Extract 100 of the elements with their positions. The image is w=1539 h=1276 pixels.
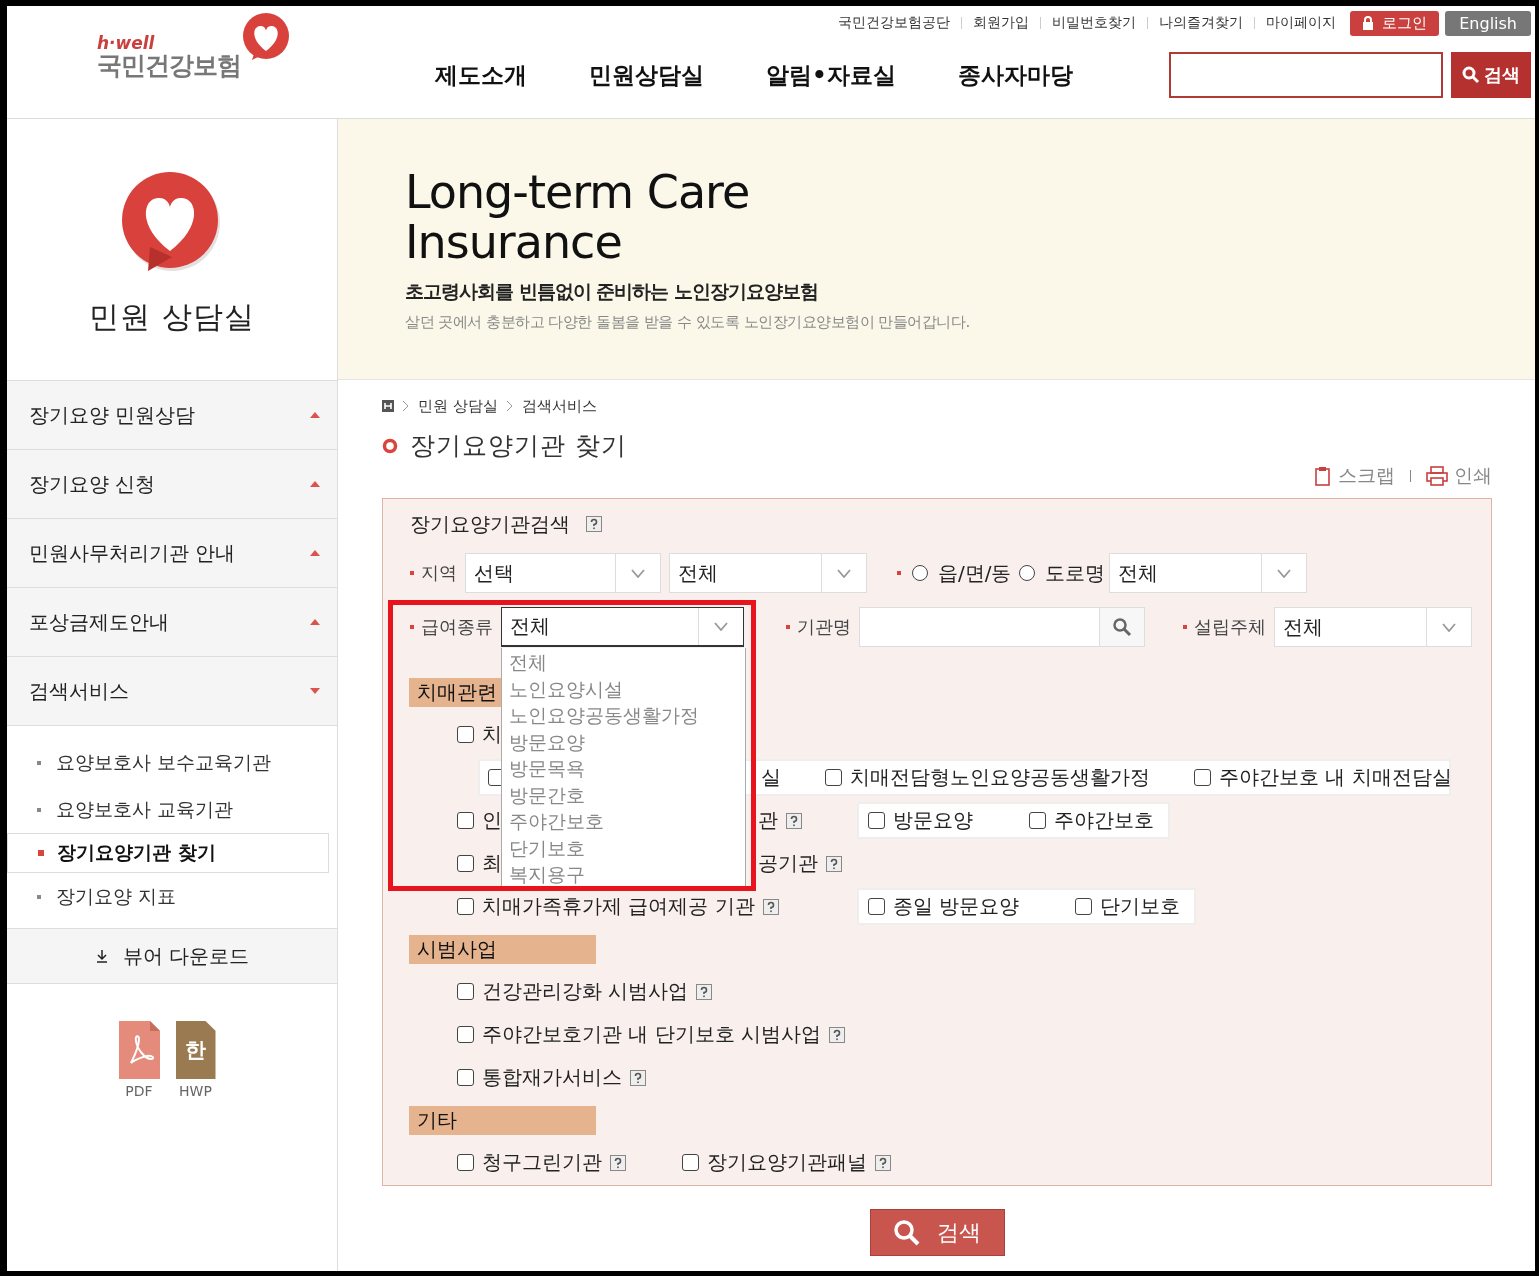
clipboard-icon: [1314, 466, 1332, 486]
sidebar-title: 민원 상담실: [89, 298, 255, 336]
help-icon[interactable]: [610, 1154, 626, 1171]
banner-title: Long-term Care Insurance: [405, 167, 751, 267]
sidebar-menu-item[interactable]: 장기요양 신청: [7, 449, 337, 518]
viewer-download-button[interactable]: 뷰어 다운로드: [7, 928, 337, 984]
radio-label: 읍/면/동: [938, 559, 1012, 587]
dropdown-option[interactable]: 전체: [502, 649, 745, 676]
help-icon[interactable]: [586, 516, 602, 532]
banner-headline: 초고령사회를 빈틈없이 준비하는 노인장기요양보험: [405, 279, 819, 304]
checkbox-label: 방문요양: [893, 807, 973, 834]
breadcrumb-link[interactable]: 민원 상담실: [418, 396, 498, 416]
help-icon[interactable]: [826, 855, 842, 872]
submenu-item[interactable]: 장기요양 지표: [7, 873, 337, 920]
utility-link[interactable]: 마이페이지: [1266, 14, 1337, 32]
submenu-item[interactable]: 요양보호사 교육기관: [7, 786, 337, 833]
chevron-down-icon: [1442, 622, 1456, 632]
checkbox[interactable]: [868, 812, 885, 829]
field-label: 급여종류: [410, 615, 493, 639]
radio-button[interactable]: [912, 565, 928, 581]
dropdown-option[interactable]: 방문요양: [502, 728, 745, 755]
search-button[interactable]: 검색: [1451, 52, 1531, 98]
search-button[interactable]: [1099, 608, 1144, 646]
chevron-down-icon: [1277, 568, 1292, 578]
heart-logo-icon: [241, 12, 291, 62]
nav-link[interactable]: 제도소개: [435, 59, 527, 91]
help-icon[interactable]: [786, 812, 802, 829]
checkbox-label: 치: [482, 722, 502, 746]
help-icon[interactable]: [875, 1154, 891, 1171]
dropdown-option[interactable]: 단기보호: [502, 834, 745, 861]
checkbox[interactable]: [1075, 898, 1093, 915]
section-tag: 기타: [409, 1106, 596, 1135]
checkbox-label: 주야간보호: [1054, 807, 1154, 834]
help-icon[interactable]: [829, 1026, 846, 1043]
utility-link[interactable]: 국민건강보험공단: [838, 14, 951, 32]
utility-link[interactable]: 비밀번호찾기: [1052, 14, 1137, 32]
checkbox-label: 최: [482, 851, 502, 875]
checkbox-label: 주야간보호기관 내 단기보호 시범사업: [482, 1022, 822, 1046]
tool-link[interactable]: 인쇄: [1426, 463, 1492, 489]
sidebar-menu-item[interactable]: 검색서비스: [7, 656, 337, 725]
submenu-item[interactable]: 요양보호사 보수교육기관: [7, 739, 337, 786]
select-dropdown[interactable]: 전체: [501, 607, 744, 647]
hwp-file-icon[interactable]: 한: [175, 1021, 216, 1079]
checkbox[interactable]: [457, 812, 474, 829]
sidebar-menu-item[interactable]: 포상금제도안내: [7, 587, 337, 656]
help-icon[interactable]: [696, 983, 713, 1000]
checkbox[interactable]: [457, 898, 474, 915]
name-field[interactable]: [859, 607, 1145, 647]
select-dropdown[interactable]: 전체: [1274, 607, 1472, 647]
chevron-down-icon: [714, 622, 728, 631]
nav-link[interactable]: 알림•자료실: [766, 59, 896, 91]
checkbox-label: 치매가족휴가제 급여제공 기관: [482, 894, 755, 918]
help-icon[interactable]: [762, 898, 779, 915]
dropdown-option[interactable]: 복지용구: [502, 861, 745, 888]
checkbox[interactable]: [457, 1069, 474, 1086]
search-field[interactable]: [1169, 52, 1443, 98]
file-type-label: PDF: [125, 1083, 153, 1099]
sidebar-menu-item[interactable]: 민원사무처리기관 안내: [7, 518, 337, 587]
checkbox-label: 단기보호: [1100, 893, 1181, 920]
chevron-down-icon: [631, 568, 645, 578]
utility-link[interactable]: 나의즐겨찾기: [1159, 14, 1244, 32]
help-icon[interactable]: [630, 1069, 646, 1086]
checkbox[interactable]: [457, 726, 474, 743]
language-button[interactable]: English: [1445, 10, 1531, 36]
submenu-item[interactable]: 장기요양기관 찾기: [7, 833, 329, 873]
select-dropdown[interactable]: 전체: [669, 553, 867, 593]
ring-bullet-icon: [382, 437, 398, 454]
checkbox[interactable]: [457, 983, 474, 1000]
nav-link[interactable]: 민원상담실: [589, 59, 704, 91]
checkbox[interactable]: [457, 855, 474, 872]
dropdown-option[interactable]: 방문목욕: [502, 755, 745, 782]
page-title: 장기요양기관 찾기: [410, 430, 627, 462]
search-button[interactable]: 검색: [869, 1209, 1005, 1256]
checkbox[interactable]: [457, 1026, 474, 1043]
file-type-label: HWP: [179, 1083, 212, 1099]
radio-button[interactable]: [1019, 565, 1036, 581]
nav-link[interactable]: 종사자마당: [957, 59, 1073, 91]
select-dropdown[interactable]: 전체: [1109, 553, 1308, 593]
select-dropdown[interactable]: 선택: [465, 553, 661, 593]
dropdown-option[interactable]: 방문간호: [502, 781, 745, 808]
search-icon: [893, 1218, 921, 1247]
checkbox[interactable]: [1194, 769, 1211, 786]
chevron-right-icon: [505, 400, 514, 412]
utility-link[interactable]: 회원가입: [973, 14, 1030, 32]
logo-name[interactable]: 국민건강보험: [97, 52, 241, 80]
checkbox[interactable]: [682, 1154, 699, 1171]
sidebar-menu-item[interactable]: 장기요양 민원상담: [7, 380, 337, 449]
dropdown-option[interactable]: 주야간보호: [502, 808, 745, 835]
checkbox-label: 통합재가서비스: [482, 1065, 622, 1089]
home-icon[interactable]: [382, 400, 394, 412]
tool-link[interactable]: 스크랩: [1314, 463, 1395, 489]
breadcrumb-link[interactable]: 검색서비스: [521, 396, 597, 416]
checkbox[interactable]: [868, 898, 885, 915]
field-label: 기관명: [786, 615, 851, 639]
checkbox-label: 공기관: [758, 850, 818, 877]
checkbox[interactable]: [825, 769, 842, 786]
login-button[interactable]: 로그인: [1350, 10, 1440, 36]
lock-icon: [1362, 16, 1375, 30]
checkbox[interactable]: [1029, 812, 1046, 829]
checkbox[interactable]: [457, 1154, 474, 1171]
